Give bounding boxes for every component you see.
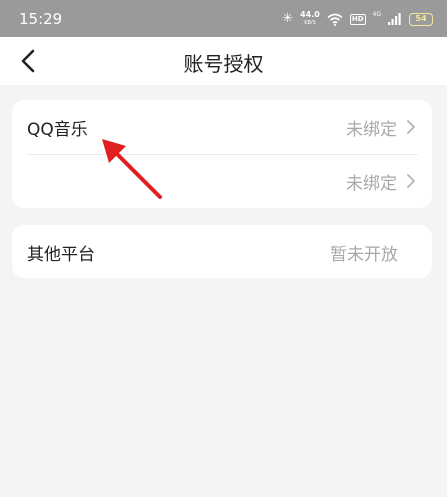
network-speed-value: 44.0 — [300, 10, 320, 19]
status-time: 15:29 — [19, 10, 63, 28]
hd-badge: HD — [349, 13, 366, 25]
status-bar: 15:29 ✳ 44.0 KB/S HD 4G 54 — [0, 0, 447, 37]
other-platform-row: 其他平台 暂未开放 — [12, 225, 432, 278]
account-row-qq-music[interactable]: QQ音乐 未绑定 — [12, 100, 432, 154]
battery-icon: 54 — [409, 12, 433, 26]
account-label: QQ音乐 — [27, 120, 88, 140]
other-platform-card: 其他平台 暂未开放 — [12, 225, 432, 278]
signal-icon — [388, 13, 401, 25]
status-icons: ✳ 44.0 KB/S HD 4G 54 — [282, 11, 433, 27]
binding-status: 未绑定 — [346, 120, 397, 140]
account-binding-card: QQ音乐 未绑定 未绑定 — [12, 100, 432, 208]
network-speed: 44.0 KB/S — [300, 11, 320, 27]
network-speed-unit: KB/S — [304, 20, 316, 26]
page-title: 账号授权 — [183, 52, 264, 76]
other-platform-status: 暂未开放 — [330, 245, 398, 265]
other-platform-label: 其他平台 — [27, 245, 95, 265]
chevron-right-icon — [407, 120, 415, 134]
chevron-right-icon — [407, 174, 415, 188]
wifi-icon — [327, 13, 343, 26]
binding-status: 未绑定 — [346, 174, 397, 194]
account-row-unlabeled[interactable]: 未绑定 — [12, 154, 432, 208]
navigation-bar: 账号授权 — [0, 37, 447, 85]
bluetooth-icon: ✳ — [282, 11, 294, 26]
network-type-tag: 4G — [372, 11, 381, 18]
